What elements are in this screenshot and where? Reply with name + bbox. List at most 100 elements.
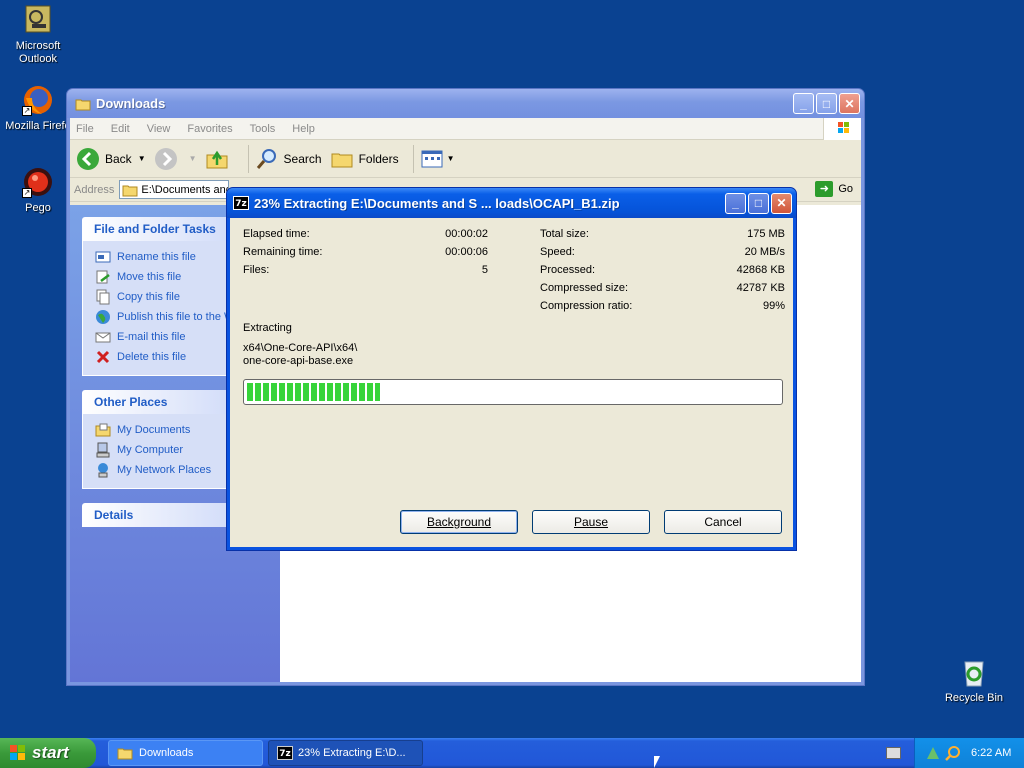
windows-flag-icon (823, 118, 861, 140)
start-button[interactable]: start (0, 738, 96, 768)
stat-value: 42787 KB (736, 282, 785, 294)
toolbar-separator (247, 144, 249, 173)
network-tray-icon[interactable] (925, 745, 941, 761)
start-label: start (32, 743, 69, 762)
keyboard-icon[interactable] (886, 747, 901, 759)
forward-button[interactable]: ▼ (154, 147, 197, 171)
forward-arrow-icon (154, 147, 177, 170)
stat-total-size: Total size: 175 MB (540, 228, 785, 246)
menu-tools[interactable]: Tools (250, 123, 276, 135)
button-label: Cancel (704, 515, 742, 529)
search-icon[interactable] (945, 745, 961, 761)
desktop-icon-firefox[interactable]: ↗ Mozilla Firefo (0, 84, 76, 133)
folder-icon (117, 748, 133, 760)
desktop-icon-outlook[interactable]: Microsoft Outlook (0, 4, 76, 66)
stat-value: 00:00:06 (445, 246, 488, 258)
minimize-button[interactable]: _ (793, 93, 814, 114)
task-label: E-mail this file (117, 331, 186, 343)
menu-file[interactable]: File (76, 123, 94, 135)
task-label: Delete this file (117, 351, 187, 363)
menu-view[interactable]: View (147, 123, 171, 135)
7zip-icon: 7z (233, 196, 249, 210)
windows-flag-icon (10, 745, 25, 760)
path-line: x64\One-Core-API\x64\ (243, 342, 358, 354)
dialog-titlebar[interactable]: 7z 23% Extracting E:\Documents and S ...… (227, 188, 796, 218)
taskbar-item-label: Downloads (139, 747, 194, 759)
desktop-icon-label: Outlook (19, 53, 57, 65)
folders-button[interactable]: Folders (330, 147, 399, 171)
network-places-icon (98, 463, 108, 478)
desktop-icon-label: Microsoft (15, 40, 61, 52)
menu-edit[interactable]: Edit (111, 123, 130, 135)
mouse-cursor-icon (654, 756, 660, 768)
path-line: one-core-api-base.exe (243, 355, 354, 367)
stat-processed: Processed: 42868 KB (540, 264, 785, 282)
views-icon (421, 150, 443, 167)
background-button[interactable]: Background (400, 510, 518, 534)
task-label: Publish this file to the W (117, 311, 235, 323)
outlook-icon (22, 4, 54, 36)
go-button[interactable]: ➜ Go (815, 181, 853, 197)
stat-label: Remaining time: (243, 246, 323, 258)
taskbar: start Downloads 7z 23% Extracting E:\D..… (0, 738, 1024, 768)
search-label: Search (283, 151, 322, 166)
folder-icon (75, 99, 91, 110)
folders-icon (331, 153, 353, 167)
views-button[interactable]: ▼ (420, 147, 455, 171)
taskbar-item-extracting[interactable]: 7z 23% Extracting E:\D... (268, 740, 423, 766)
rename-icon (95, 251, 111, 263)
progress-fill (247, 383, 380, 401)
desktop-icon-label: Mozilla Firefo (5, 120, 71, 132)
stat-label: Total size: (540, 228, 589, 240)
task-label: Copy this file (117, 291, 180, 303)
system-tray: 6:22 AM (914, 738, 1024, 768)
stat-value: 175 MB (747, 228, 785, 240)
address-field[interactable]: E:\Documents and (119, 180, 230, 199)
my-computer-icon (96, 442, 110, 458)
taskbar-item-downloads[interactable]: Downloads (108, 740, 263, 766)
folders-label: Folders (358, 151, 399, 166)
pause-button[interactable]: Pause (532, 510, 650, 534)
cancel-button[interactable]: Cancel (664, 510, 782, 534)
close-button[interactable]: ✕ (771, 192, 792, 214)
up-folder-button[interactable] (205, 147, 234, 171)
stat-value: 5 (481, 264, 488, 276)
maximize-button[interactable]: □ (748, 192, 769, 214)
maximize-button[interactable]: □ (816, 93, 837, 114)
email-icon (95, 332, 111, 343)
chevron-down-icon[interactable]: ▼ (189, 154, 197, 163)
explorer-titlebar[interactable]: Downloads _ □ ✕ (67, 89, 864, 118)
button-label: Pause (573, 515, 609, 529)
go-arrow-icon: ➜ (815, 181, 834, 197)
stat-value: 00:00:02 (445, 228, 488, 240)
stat-files: Files: 5 (243, 264, 488, 282)
stat-label: Files: (243, 264, 270, 276)
stat-label: Elapsed time: (243, 228, 310, 240)
close-button[interactable]: ✕ (839, 93, 860, 114)
chevron-down-icon[interactable]: ▼ (138, 154, 146, 163)
standard-toolbar: Back ▼ ▼ Search Folders ▼ (70, 140, 861, 178)
current-file-path: x64\One-Core-API\x64\ one-core-api-base.… (243, 342, 357, 368)
stat-value: 42868 KB (736, 264, 785, 276)
menu-help[interactable]: Help (292, 123, 315, 135)
desktop-icon-label: Pego (25, 202, 51, 214)
extract-progress-dialog[interactable]: 7z 23% Extracting E:\Documents and S ...… (226, 187, 797, 551)
back-arrow-icon (77, 147, 99, 170)
stat-label: Compressed size: (540, 282, 629, 294)
desktop-icon-recycle-bin[interactable]: Recycle Bin (936, 656, 1012, 705)
search-icon (256, 148, 276, 169)
desktop-icon-pego[interactable]: ↗ Pego (0, 166, 76, 215)
go-label: Go (838, 183, 853, 195)
back-button[interactable]: Back ▼ (76, 147, 146, 171)
chevron-down-icon[interactable]: ▼ (447, 154, 455, 163)
stat-speed: Speed: 20 MB/s (540, 246, 785, 264)
shortcut-arrow-icon: ↗ (22, 188, 32, 198)
place-label: My Computer (117, 444, 184, 456)
clock: 6:22 AM (971, 747, 1012, 759)
search-button[interactable]: Search (255, 147, 322, 171)
my-documents-icon (95, 423, 111, 437)
menu-favorites[interactable]: Favorites (187, 123, 232, 135)
minimize-button[interactable]: _ (725, 192, 746, 214)
stat-value: 20 MB/s (744, 246, 785, 258)
stat-compressed-size: Compressed size: 42787 KB (540, 282, 785, 300)
